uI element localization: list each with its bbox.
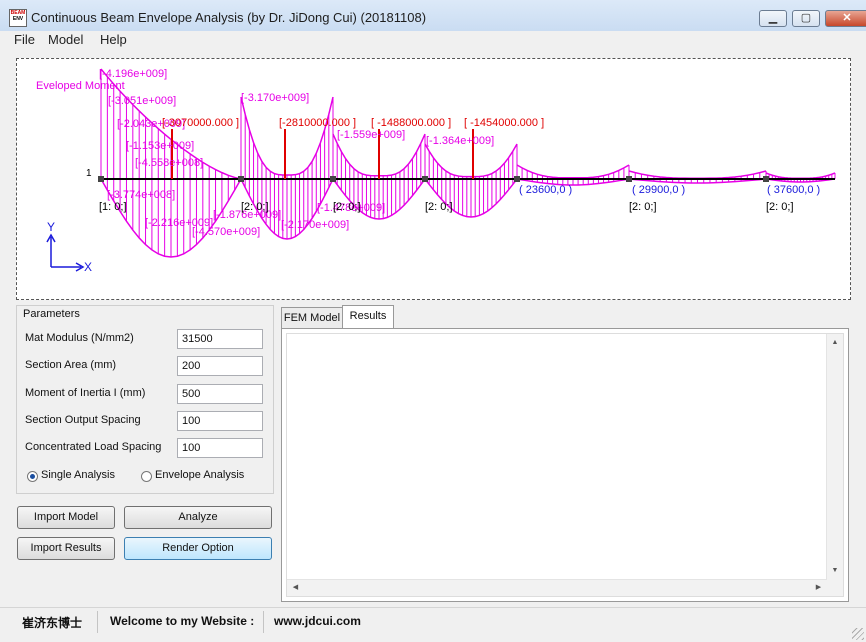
moment-value-7: [-1.559e+009] xyxy=(337,129,405,141)
menu-file[interactable]: File xyxy=(14,32,35,47)
support-label-3: [2: 0;] xyxy=(333,201,361,213)
moment-envelope-diagram: Eveloped Moment 1 [-4.196e+009] [-3.051e… xyxy=(36,68,836,274)
moment-value-2: [-3.051e+009] xyxy=(108,95,176,107)
moment-value-12: [-4.570e+009] xyxy=(192,226,260,238)
section-area-label: Section Area (mm) xyxy=(25,359,117,371)
load-label-3: [ -1488000.000 ] xyxy=(371,117,451,129)
coord-label-2: ( 29900,0 ) xyxy=(632,184,685,196)
moment-value-13: [-2.170e+009] xyxy=(281,219,349,231)
menu-model[interactable]: Model xyxy=(48,32,83,47)
diagram-title: Eveloped Moment xyxy=(36,80,125,92)
single-analysis-radio[interactable] xyxy=(27,471,38,482)
beam-diagram-canvas[interactable]: Eveloped Moment 1 [-4.196e+009] [-3.051e… xyxy=(16,58,851,300)
render-option-button[interactable]: Render Option xyxy=(124,537,272,560)
mat-modulus-input[interactable]: 31500 xyxy=(177,329,263,349)
website-link[interactable]: www.jdcui.com xyxy=(274,614,361,628)
concentrated-load-spacing-label: Concentrated Load Spacing xyxy=(25,441,162,453)
moment-value-1: [-4.196e+009] xyxy=(99,68,167,80)
moment-value-4: [-1.153e+009] xyxy=(126,140,194,152)
close-button[interactable]: ✕ xyxy=(825,10,866,27)
scroll-right-arrow-icon[interactable]: ▶ xyxy=(810,580,827,596)
results-horizontal-scrollbar[interactable]: ◀ ▶ xyxy=(287,579,827,596)
moment-value-9: [-3.774e+008] xyxy=(107,189,175,201)
single-analysis-label[interactable]: Single Analysis xyxy=(41,469,115,481)
envelope-analysis-radio[interactable] xyxy=(141,471,152,482)
menu-bar: File Model Help xyxy=(0,31,866,51)
support-node xyxy=(238,176,244,182)
scroll-left-arrow-icon[interactable]: ◀ xyxy=(287,580,304,596)
welcome-text: Welcome to my Website : xyxy=(110,614,255,628)
import-results-button[interactable]: Import Results xyxy=(17,537,115,560)
load-label-4: [ -1454000.000 ] xyxy=(464,117,544,129)
section-area-input[interactable]: 200 xyxy=(177,356,263,376)
coord-label-3: ( 37600,0 ) xyxy=(767,184,820,196)
app-icon-text-bottom: ENV xyxy=(12,16,24,22)
status-bar: 崔济东博士 Welcome to my Website : www.jdcui.… xyxy=(0,607,866,642)
support-label-1: [1: 0;] xyxy=(99,201,127,213)
moment-value-8: [-1.364e+009] xyxy=(426,135,494,147)
window-title: Continuous Beam Envelope Analysis (by Dr… xyxy=(31,10,427,25)
support-label-6: [2: 0;] xyxy=(766,201,794,213)
moment-value-6: [-3.170e+009] xyxy=(241,92,309,104)
scroll-up-arrow-icon[interactable]: ▲ xyxy=(827,334,843,351)
support-label-2: [2: 0;] xyxy=(241,201,269,213)
load-label-1: [-3070000.000 ] xyxy=(162,117,239,129)
coord-label-1: ( 23600,0 ) xyxy=(519,184,572,196)
support-label-5: [2: 0;] xyxy=(629,201,657,213)
support-node xyxy=(626,176,632,182)
tab-results[interactable]: Results xyxy=(342,305,394,329)
x-axis-label: X xyxy=(84,260,92,274)
load-label-2: [-2810000.000 ] xyxy=(279,117,356,129)
moment-envelope-curve xyxy=(628,170,767,179)
moment-envelope-curve xyxy=(424,143,518,178)
results-panel: ▲ ▼ ◀ ▶ xyxy=(281,328,849,602)
support-node xyxy=(422,176,428,182)
section-output-spacing-label: Section Output Spacing xyxy=(25,414,141,426)
moment-envelope-curve xyxy=(765,172,836,179)
support-node xyxy=(98,176,104,182)
analyze-button[interactable]: Analyze xyxy=(124,506,272,529)
section-output-spacing-input[interactable]: 100 xyxy=(177,411,263,431)
support-node xyxy=(330,176,336,182)
status-separator xyxy=(97,611,98,633)
moment-of-inertia-label: Moment of Inertia I (mm) xyxy=(25,387,146,399)
tab-fem-model[interactable]: FEM Model xyxy=(281,307,343,329)
moment-envelope-curve xyxy=(516,164,630,179)
support-node xyxy=(763,176,769,182)
author-name: 崔济东博士 xyxy=(22,616,83,630)
scroll-down-arrow-icon[interactable]: ▼ xyxy=(827,562,843,579)
moment-envelope-curve xyxy=(240,96,334,176)
parameters-group: Parameters Mat Modulus (N/mm2) 31500 Sec… xyxy=(16,305,274,494)
moment-value-5: [-4.558e+008] xyxy=(135,157,203,169)
y-axis-label: Y xyxy=(47,220,55,234)
title-bar: BEAM ENV Continuous Beam Envelope Analysi… xyxy=(0,0,866,33)
support-node xyxy=(514,176,520,182)
envelope-analysis-label[interactable]: Envelope Analysis xyxy=(155,469,244,481)
concentrated-load-spacing-input[interactable]: 100 xyxy=(177,438,263,458)
import-model-button[interactable]: Import Model xyxy=(17,506,115,529)
parameters-group-title: Parameters xyxy=(23,308,80,320)
app-icon[interactable]: BEAM ENV xyxy=(9,9,27,27)
axis-triad: Y X xyxy=(46,220,92,274)
support-label-4: [2: 0;] xyxy=(425,201,453,213)
maximize-button[interactable]: ▢ xyxy=(792,10,820,27)
resize-grip[interactable] xyxy=(852,628,864,640)
mat-modulus-label: Mat Modulus (N/mm2) xyxy=(25,332,134,344)
menu-help[interactable]: Help xyxy=(100,32,127,47)
node-one-label: 1 xyxy=(86,168,92,179)
results-vertical-scrollbar[interactable]: ▲ ▼ xyxy=(826,334,843,596)
status-separator xyxy=(263,611,264,633)
results-text-area[interactable]: ▲ ▼ ◀ ▶ xyxy=(286,333,844,597)
minimize-button[interactable]: ▁ xyxy=(759,10,787,27)
moment-of-inertia-input[interactable]: 500 xyxy=(177,384,263,404)
